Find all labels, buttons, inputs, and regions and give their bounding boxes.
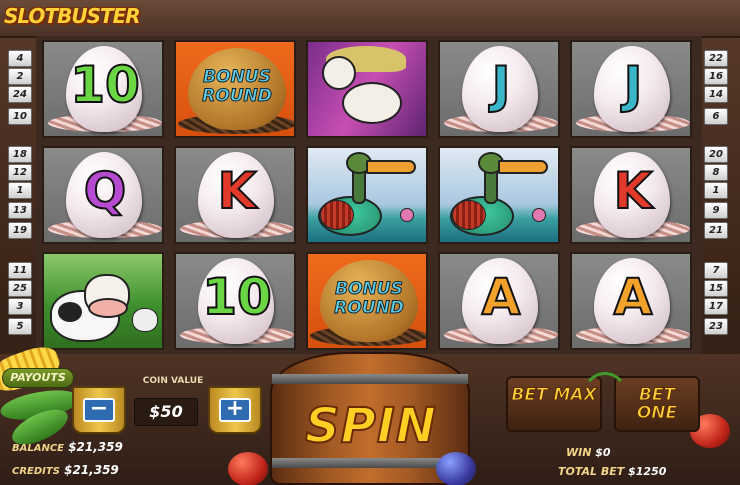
coin-plus-button[interactable]: + (208, 386, 262, 434)
payline-right-1[interactable]: 16 (704, 68, 728, 85)
reel-cell: BONUS ROUND (306, 252, 428, 350)
reel-cell (306, 40, 428, 138)
payline-left-6[interactable]: 1 (8, 182, 32, 199)
reel-cell: J (438, 40, 560, 138)
reel-cell (42, 252, 164, 350)
game-logo: SLOTBUSTER (4, 4, 141, 28)
coin-value-display: $50 (134, 398, 198, 426)
reel-cell (438, 146, 560, 244)
calf (132, 308, 158, 332)
balance-label: BALANCE (12, 443, 65, 454)
payline-right-8[interactable]: 21 (704, 222, 728, 239)
horse-body (342, 82, 402, 124)
payline-right-7[interactable]: 9 (704, 202, 728, 219)
reel-cell: 10 (174, 252, 296, 350)
total-bet-readout: TOTAL BET $1250 (558, 465, 666, 478)
payline-right-3[interactable]: 6 (704, 108, 728, 125)
payline-right-2[interactable]: 14 (704, 86, 728, 103)
payline-left-1[interactable]: 2 (8, 68, 32, 85)
duck-wing (320, 200, 354, 230)
coin-value-label: COIN VALUE (142, 376, 204, 386)
payline-left-5[interactable]: 12 (8, 164, 32, 181)
reel-cell: 10 (42, 40, 164, 138)
symbol-10: 10 (201, 267, 273, 327)
win-label: WIN (566, 446, 592, 459)
total-bet-label: TOTAL BET (558, 465, 625, 478)
payline-left-9[interactable]: 11 (8, 262, 32, 279)
top-bar: SLOTBUSTER (0, 0, 740, 38)
symbol-q: Q (83, 161, 128, 221)
payline-right-0[interactable]: 22 (704, 50, 728, 67)
cow-spot (58, 302, 82, 322)
symbol-bonus-round: BONUS ROUND (334, 279, 405, 318)
chick (400, 208, 414, 222)
plus-icon: + (219, 398, 251, 422)
duck-beak (366, 160, 416, 174)
balance-readout: BALANCE $21,359 (12, 440, 123, 454)
symbol-j: J (491, 55, 512, 115)
payline-left-3[interactable]: 10 (8, 108, 32, 125)
spin-button[interactable]: SPIN (276, 397, 466, 455)
payline-right-9[interactable]: 7 (704, 262, 728, 279)
reel-cell: A (438, 252, 560, 350)
reel-cell: Q (42, 146, 164, 244)
symbol-horse (322, 56, 356, 90)
payline-right-12[interactable]: 23 (704, 318, 728, 335)
reel-cell: BONUS ROUND (174, 40, 296, 138)
credits-label: CREDITS (12, 466, 60, 477)
payline-right-10[interactable]: 15 (704, 280, 728, 297)
payline-left-0[interactable]: 4 (8, 50, 32, 67)
plum-decoration (436, 452, 476, 485)
reel-cell: A (570, 252, 692, 350)
payline-left-8[interactable]: 19 (8, 222, 32, 239)
symbol-10: 10 (69, 55, 141, 115)
payline-right-6[interactable]: 1 (704, 182, 728, 199)
symbol-a: A (613, 267, 654, 327)
duck-beak (498, 160, 548, 174)
symbol-j: J (623, 55, 644, 115)
credits-value: $21,359 (64, 463, 119, 477)
duck-wing (452, 200, 486, 230)
symbol-bonus-round: BONUS ROUND (202, 67, 273, 106)
slot-game: SLOTBUSTER 4 2 24 10 18 12 1 13 19 11 25 3 5 22 16 14 6… (0, 0, 740, 485)
vine-decoration (580, 372, 630, 432)
reel-cell: K (174, 146, 296, 244)
credits-readout: CREDITS $21,359 (12, 463, 119, 477)
reel-cell: J (570, 40, 692, 138)
barrel-hoop (272, 374, 468, 384)
win-readout: WIN $0 (566, 446, 611, 459)
total-bet-value: $1250 (628, 465, 667, 478)
payline-left-7[interactable]: 13 (8, 202, 32, 219)
symbol-a: A (481, 267, 522, 327)
payouts-button[interactable]: PAYOUTS (2, 368, 74, 388)
payline-left-12[interactable]: 5 (8, 318, 32, 335)
reel-cell (306, 146, 428, 244)
coin-minus-button[interactable]: − (72, 386, 126, 434)
payline-right-4[interactable]: 20 (704, 146, 728, 163)
symbol-k: K (217, 161, 258, 221)
cow-snout (88, 298, 128, 318)
balance-value: $21,359 (68, 440, 123, 454)
symbol-k: K (613, 161, 654, 221)
apple-decoration (228, 452, 268, 485)
payline-left-11[interactable]: 3 (8, 298, 32, 315)
minus-icon: − (83, 398, 115, 422)
payline-left-4[interactable]: 18 (8, 146, 32, 163)
reel-cell: K (570, 146, 692, 244)
payline-right-11[interactable]: 17 (704, 298, 728, 315)
payline-left-2[interactable]: 24 (8, 86, 32, 103)
reels-grid: 10 Q BONUS ROUND K 10 BONUS ROUND J A J K A (36, 36, 702, 354)
win-value: $0 (595, 446, 611, 459)
payline-left-10[interactable]: 25 (8, 280, 32, 297)
chick (532, 208, 546, 222)
payline-right-5[interactable]: 8 (704, 164, 728, 181)
